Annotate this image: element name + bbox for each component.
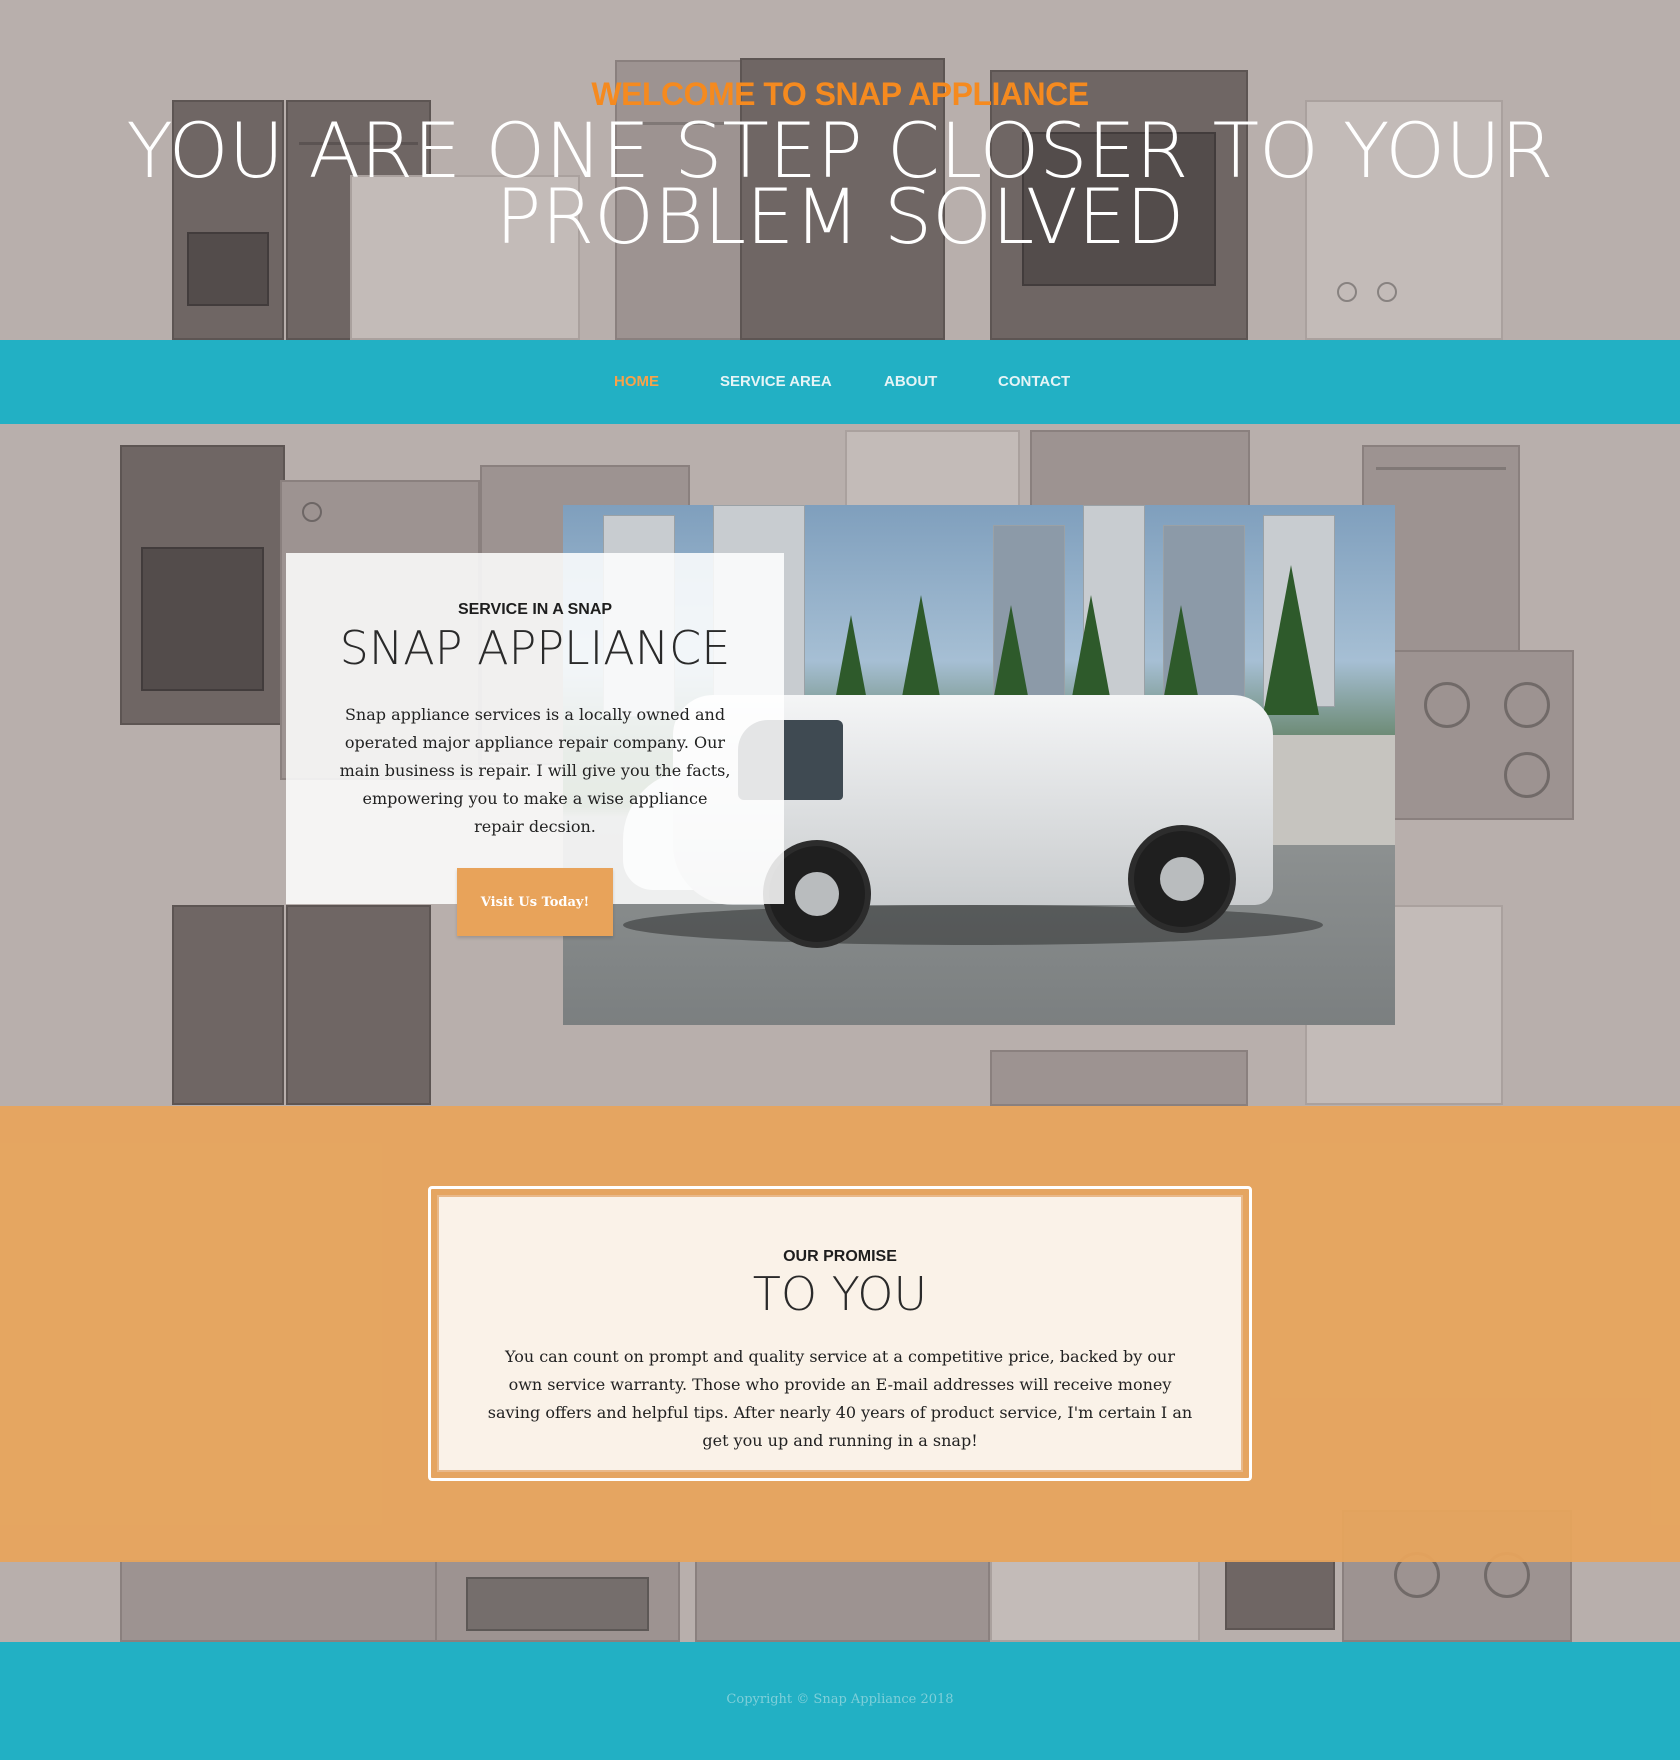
footer: Copyright © Snap Appliance 2018 xyxy=(0,1642,1680,1760)
dryer-image xyxy=(695,1560,990,1642)
nav-item-home[interactable]: HOME xyxy=(614,373,659,390)
feature-title: SNAP APPLIANCE xyxy=(339,621,731,675)
feature-description: Snap appliance services is a locally own… xyxy=(339,705,731,836)
wall-oven-image xyxy=(990,1050,1248,1106)
range-image xyxy=(120,1560,450,1642)
nav-items: HOME SERVICE AREA ABOUT CONTACT xyxy=(0,340,1680,424)
promise-title: TO YOU xyxy=(752,1267,928,1321)
main-nav: HOME SERVICE AREA ABOUT CONTACT xyxy=(0,340,1680,424)
visit-us-button[interactable]: Visit Us Today! xyxy=(457,868,613,936)
washer-image xyxy=(845,430,1020,510)
tree-shape xyxy=(1263,565,1319,715)
promise-card: OUR PROMISE TO YOU You can count on prom… xyxy=(428,1186,1252,1481)
van-wheel xyxy=(1128,825,1236,933)
nav-item-service-area[interactable]: SERVICE AREA xyxy=(720,373,832,390)
hero-headline: YOU ARE ONE STEP CLOSER TO YOUR PROBLEM … xyxy=(90,113,1590,255)
cooktop-image xyxy=(1392,650,1574,820)
range-image xyxy=(120,445,285,725)
promise-description: You can count on prompt and quality serv… xyxy=(487,1347,1193,1450)
feature-eyebrow: SERVICE IN A SNAP xyxy=(457,601,613,618)
dishwasher-image xyxy=(1225,1560,1335,1630)
dryer-image xyxy=(1030,430,1250,510)
fridge-image xyxy=(286,905,431,1105)
nav-item-about[interactable]: ABOUT xyxy=(884,373,937,390)
fridge-image xyxy=(172,905,284,1105)
hero-section: WELCOME TO SNAP APPLIANCE YOU ARE ONE ST… xyxy=(0,0,1680,340)
copyright-text: Copyright © Snap Appliance 2018 xyxy=(726,1692,954,1707)
washer-image xyxy=(990,1560,1200,1642)
promise-card-inner: OUR PROMISE TO YOU You can count on prom… xyxy=(437,1195,1243,1472)
feature-card: SERVICE IN A SNAP SNAP APPLIANCE Snap ap… xyxy=(286,553,784,904)
promise-eyebrow: OUR PROMISE xyxy=(783,1248,897,1265)
microwave-image xyxy=(435,1560,680,1642)
nav-item-contact[interactable]: CONTACT xyxy=(998,373,1070,390)
